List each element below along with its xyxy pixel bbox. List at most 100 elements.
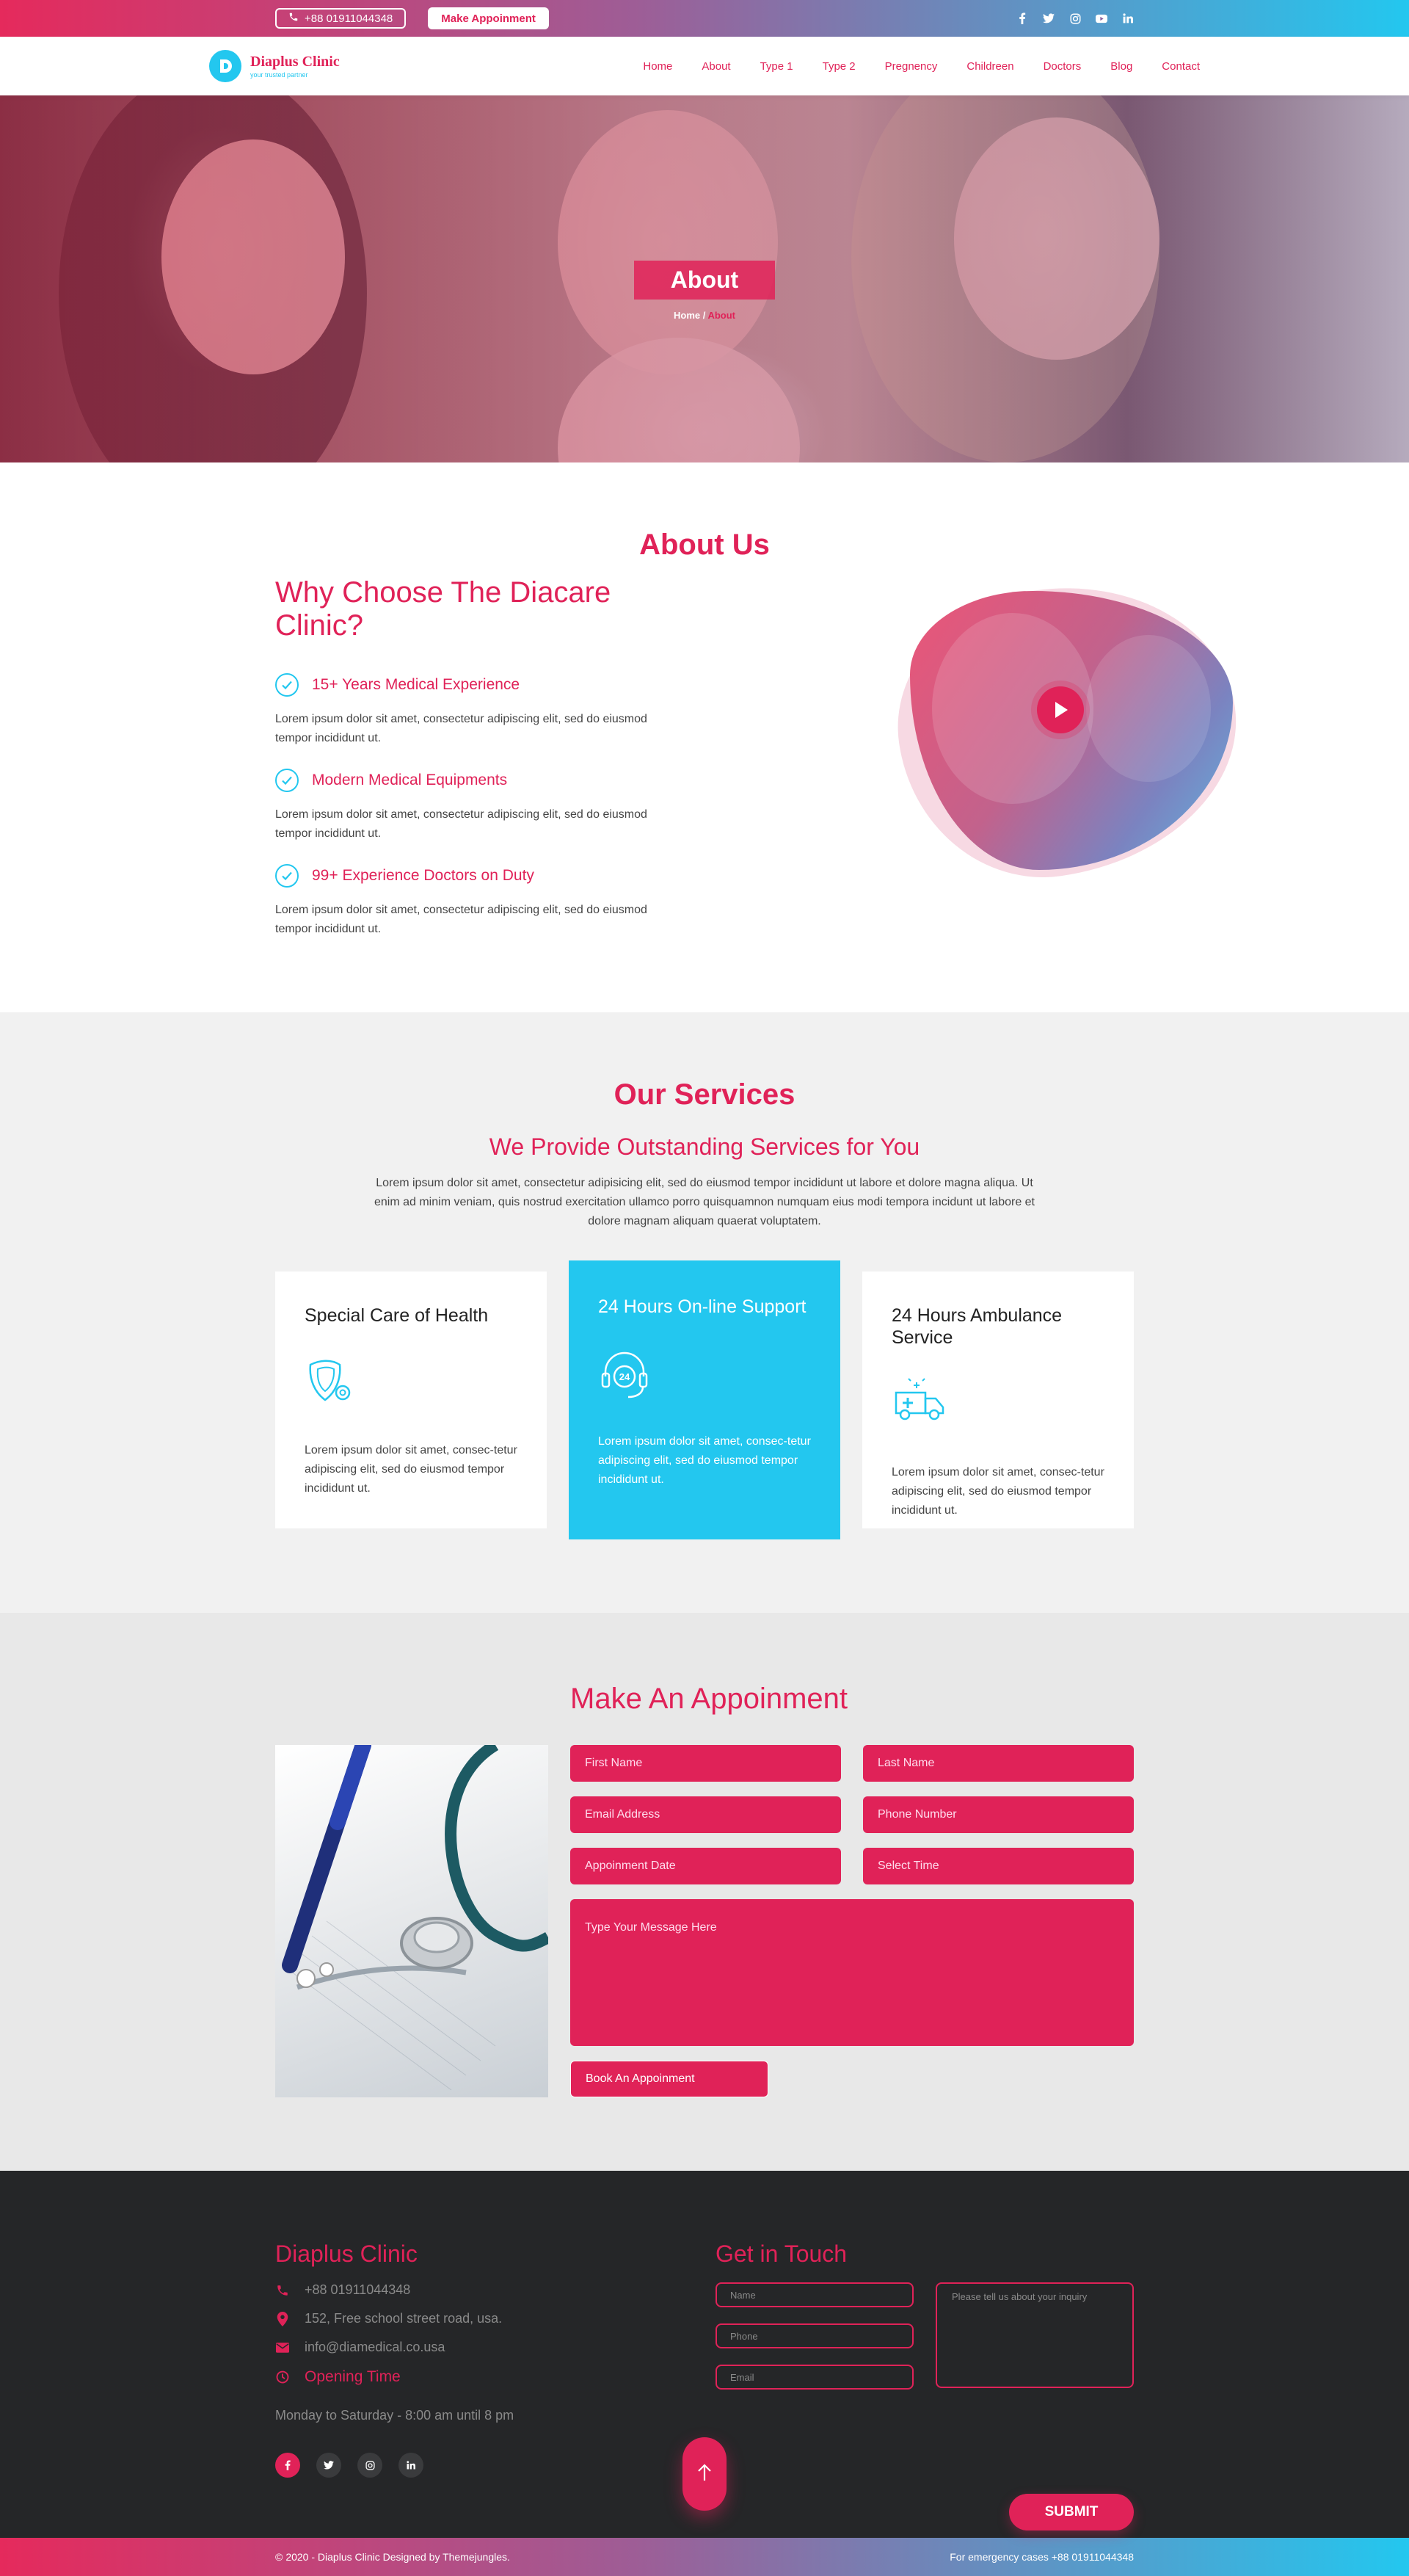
service-card-title: 24 Hours Ambulance Service bbox=[892, 1305, 1063, 1348]
arrow-up-icon bbox=[697, 2463, 712, 2486]
footer-address: 152, Free school street road, usa. bbox=[305, 2311, 503, 2326]
linkedin-icon[interactable] bbox=[398, 2453, 423, 2478]
make-appointment-button[interactable]: Make Appoinment bbox=[428, 7, 549, 29]
email-field[interactable]: Email Address bbox=[570, 1796, 841, 1833]
message-field[interactable]: Type Your Message Here bbox=[570, 1899, 1134, 2046]
main-navbar: Diaplus Clinic your trusted partner Home… bbox=[0, 37, 1409, 95]
footer-email[interactable]: info@diamedical.co.usa bbox=[305, 2340, 445, 2355]
headset-24-icon: 24 bbox=[598, 1347, 811, 1403]
instagram-icon[interactable] bbox=[357, 2453, 382, 2478]
nav-contact[interactable]: Contact bbox=[1162, 60, 1200, 73]
contact-inquiry-field[interactable]: Please tell us about your inquiry bbox=[936, 2282, 1134, 2388]
service-card-title: Special Care of Health bbox=[305, 1305, 489, 1326]
service-card-text: Lorem ipsum dolor sit amet, consec-tetur… bbox=[892, 1466, 1104, 1517]
main-menu: Home About Type 1 Type 2 Pregnency Child… bbox=[643, 60, 1200, 73]
service-card-text: Lorem ipsum dolor sit amet, consec-tetur… bbox=[598, 1435, 811, 1486]
about-section-title: About Us bbox=[639, 529, 770, 561]
copyright-icon: © bbox=[275, 2551, 283, 2563]
nav-blog[interactable]: Blog bbox=[1110, 60, 1132, 73]
ambulance-icon bbox=[892, 1378, 1104, 1434]
top-bar: +88 01911044348 Make Appoinment bbox=[0, 0, 1409, 37]
twitter-icon[interactable] bbox=[316, 2453, 341, 2478]
contact-phone-field[interactable]: Phone bbox=[716, 2323, 914, 2348]
services-section-title: Our Services bbox=[614, 1078, 795, 1111]
breadcrumb-separator: / bbox=[700, 310, 708, 321]
feature-item: 15+ Years Medical Experience Lorem ipsum… bbox=[275, 673, 686, 748]
footer-phone[interactable]: +88 01911044348 bbox=[305, 2282, 410, 2298]
breadcrumb: Home / About bbox=[0, 310, 1409, 321]
nav-about[interactable]: About bbox=[702, 60, 730, 73]
breadcrumb-current: About bbox=[707, 310, 736, 321]
footer-socials bbox=[275, 2453, 716, 2478]
phone-field[interactable]: Phone Number bbox=[863, 1796, 1134, 1833]
envelope-icon bbox=[275, 2342, 290, 2353]
copyright-text: 2020 - Diaplus Clinic Designed by Themej… bbox=[285, 2551, 510, 2563]
site-logo[interactable]: Diaplus Clinic your trusted partner bbox=[209, 50, 340, 82]
emergency-contact: For emergency cases +88 01911044348 bbox=[950, 2551, 1134, 2563]
contact-email-field[interactable]: Email bbox=[716, 2365, 914, 2390]
appointment-date-field[interactable]: Appoinment Date bbox=[570, 1848, 841, 1884]
service-card-title: 24 Hours On-line Support bbox=[598, 1296, 807, 1317]
svg-text:24: 24 bbox=[619, 1371, 630, 1382]
check-circle-icon bbox=[275, 769, 299, 792]
opening-hours: Monday to Saturday - 8:00 am until 8 pm bbox=[275, 2408, 514, 2423]
feature-title: 15+ Years Medical Experience bbox=[312, 676, 520, 693]
instagram-icon[interactable] bbox=[1069, 12, 1081, 24]
services-section: Our Services We Provide Outstanding Serv… bbox=[0, 1012, 1409, 1613]
stethoscope-image bbox=[275, 1745, 548, 2097]
map-pin-icon bbox=[275, 2311, 290, 2326]
nav-children[interactable]: Childreen bbox=[966, 60, 1013, 73]
nav-pregnancy[interactable]: Pregnency bbox=[885, 60, 938, 73]
clock-icon bbox=[275, 2370, 290, 2384]
facebook-icon[interactable] bbox=[275, 2453, 300, 2478]
feature-title: Modern Medical Equipments bbox=[312, 772, 508, 788]
feature-item: 99+ Experience Doctors on Duty Lorem ips… bbox=[275, 864, 686, 939]
service-card-active[interactable]: 24 Hours On-line Support 24 Lorem ipsum … bbox=[569, 1260, 840, 1539]
feature-text: Lorem ipsum dolor sit amet, consectetur … bbox=[275, 904, 647, 935]
appointment-section: Make An Appoinment First Name Last Name … bbox=[0, 1613, 1409, 2171]
last-name-field[interactable]: Last Name bbox=[863, 1745, 1134, 1782]
opening-time-label: Opening Time bbox=[305, 2368, 401, 2385]
play-video-button[interactable] bbox=[1037, 686, 1084, 733]
site-footer: Diaplus Clinic +88 01911044348 152, Free… bbox=[0, 2171, 1409, 2538]
about-heading: Why Choose The Diacare Clinic? bbox=[275, 576, 611, 642]
twitter-icon[interactable] bbox=[1043, 12, 1055, 24]
service-card[interactable]: Special Care of Health Lorem ipsum dolor… bbox=[275, 1271, 547, 1528]
breadcrumb-home[interactable]: Home bbox=[674, 310, 700, 321]
contact-name-field[interactable]: Name bbox=[716, 2282, 914, 2307]
page-title: About bbox=[633, 261, 776, 300]
scroll-to-top-button[interactable] bbox=[682, 2437, 727, 2511]
shield-care-icon bbox=[305, 1356, 517, 1412]
service-card-text: Lorem ipsum dolor sit amet, consec-tetur… bbox=[305, 1444, 517, 1495]
feature-text: Lorem ipsum dolor sit amet, consectetur … bbox=[275, 713, 647, 744]
nav-type-1[interactable]: Type 1 bbox=[760, 60, 793, 73]
select-time-field[interactable]: Select Time bbox=[863, 1848, 1134, 1884]
contact-submit-button[interactable]: SUBMIT bbox=[1009, 2494, 1134, 2530]
logo-mark-icon bbox=[209, 50, 241, 82]
top-phone[interactable]: +88 01911044348 bbox=[275, 8, 407, 29]
facebook-icon[interactable] bbox=[1016, 12, 1028, 24]
about-section: About Us Why Choose The Diacare Clinic? … bbox=[0, 462, 1409, 1012]
logo-title: Diaplus Clinic bbox=[250, 54, 340, 70]
nav-doctors[interactable]: Doctors bbox=[1044, 60, 1082, 73]
services-intro: Lorem ipsum dolor sit amet, consectetur … bbox=[374, 1177, 1035, 1227]
get-in-touch-title: Get in Touch bbox=[716, 2241, 848, 2267]
nav-type-2[interactable]: Type 2 bbox=[823, 60, 856, 73]
phone-icon bbox=[275, 2284, 290, 2297]
nav-home[interactable]: Home bbox=[643, 60, 672, 73]
about-video bbox=[686, 565, 1255, 896]
youtube-icon[interactable] bbox=[1096, 12, 1107, 24]
appointment-title: Make An Appoinment bbox=[570, 1683, 848, 1715]
top-socials bbox=[1016, 12, 1134, 24]
linkedin-icon[interactable] bbox=[1122, 12, 1134, 24]
service-card[interactable]: 24 Hours Ambulance Service Lorem ipsum d… bbox=[862, 1271, 1134, 1528]
check-circle-icon bbox=[275, 673, 299, 697]
book-appointment-button[interactable]: Book An Appoinment bbox=[570, 2061, 768, 2097]
footer-brand: Diaplus Clinic bbox=[275, 2241, 418, 2267]
feature-title: 99+ Experience Doctors on Duty bbox=[312, 867, 534, 884]
feature-text: Lorem ipsum dolor sit amet, consectetur … bbox=[275, 808, 647, 840]
first-name-field[interactable]: First Name bbox=[570, 1745, 841, 1782]
phone-icon bbox=[288, 12, 299, 25]
page-hero: About Home / About bbox=[0, 95, 1409, 462]
feature-item: Modern Medical Equipments Lorem ipsum do… bbox=[275, 769, 686, 843]
